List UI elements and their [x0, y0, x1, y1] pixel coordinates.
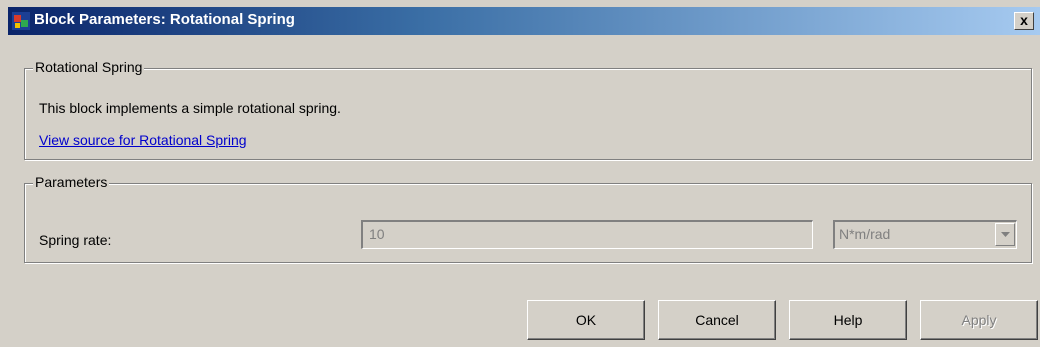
block-parameters-dialog: Block Parameters: Rotational Spring x Ro… — [0, 0, 1040, 347]
window-title: Block Parameters: Rotational Spring — [34, 11, 295, 28]
view-source-link[interactable]: View source for Rotational Spring — [39, 132, 247, 148]
ok-button[interactable]: OK — [527, 300, 645, 340]
cancel-button[interactable]: Cancel — [658, 300, 776, 340]
simulink-block-icon — [12, 12, 30, 30]
close-button[interactable]: x — [1014, 12, 1034, 30]
dropdown-button[interactable] — [995, 223, 1015, 246]
parameters-group: Parameters Spring rate: 10 N*m/rad — [24, 174, 1032, 263]
spring-rate-unit-select[interactable]: N*m/rad — [833, 220, 1017, 249]
description-group: Rotational Spring This block implements … — [24, 59, 1032, 160]
title-bar[interactable]: Block Parameters: Rotational Spring x — [8, 7, 1040, 35]
spring-rate-input[interactable]: 10 — [361, 220, 813, 249]
description-group-legend: Rotational Spring — [33, 59, 145, 75]
help-button[interactable]: Help — [789, 300, 907, 340]
apply-button[interactable]: Apply — [920, 300, 1038, 340]
spring-rate-label: Spring rate: — [39, 232, 112, 248]
spring-rate-unit-value: N*m/rad — [839, 226, 891, 242]
parameters-group-legend: Parameters — [33, 174, 110, 190]
block-description: This block implements a simple rotationa… — [39, 100, 341, 116]
close-icon: x — [1020, 12, 1028, 28]
chevron-down-icon — [1001, 232, 1010, 237]
